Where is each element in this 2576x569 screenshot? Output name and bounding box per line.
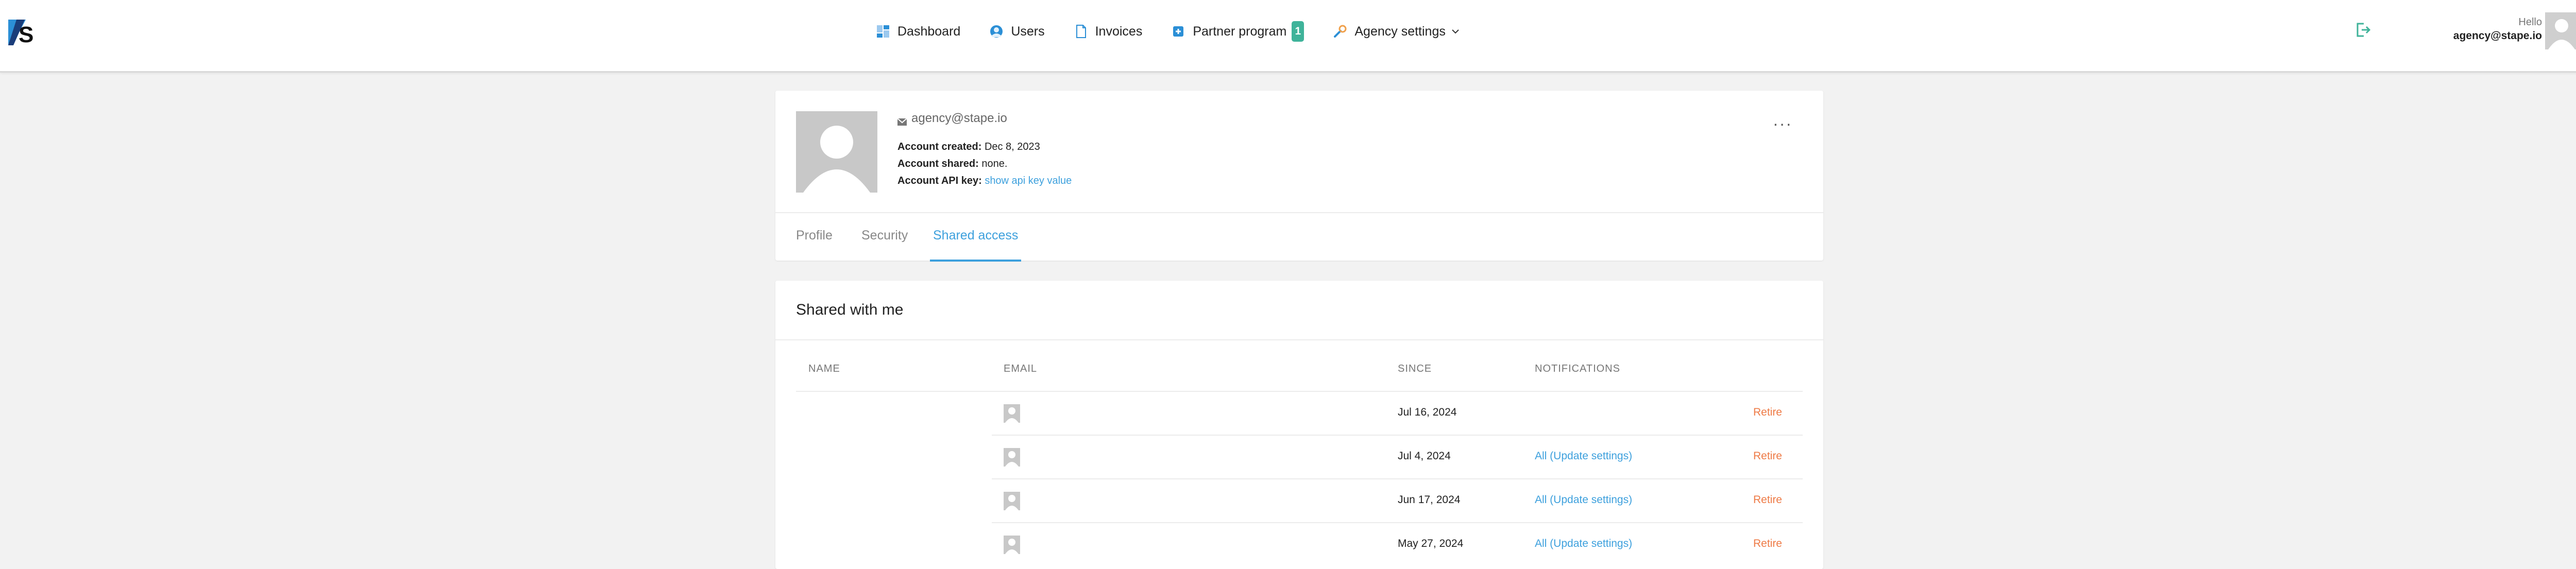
nav-agency-settings-label: Agency settings (1354, 24, 1446, 39)
divider (775, 339, 1823, 340)
tab-profile[interactable]: Profile (796, 213, 833, 262)
tab-shared-access[interactable]: Shared access (930, 213, 1022, 262)
profile-card: agency@stape.io Account created: Dec 8, … (775, 91, 1823, 262)
nav-agency-settings[interactable]: Agency settings (1333, 24, 1460, 39)
retire-button[interactable]: Retire (1753, 538, 1782, 550)
since-date: May 27, 2024 (1398, 538, 1464, 549)
shared-with-me-card: Shared with me NAME EMAIL SINCE NOTIFICA… (775, 281, 1823, 569)
notifications-link[interactable]: All (Update settings) (1535, 450, 1632, 462)
user-greeting: Hello agency@stape.io (2453, 15, 2542, 43)
show-api-key-link[interactable]: show api key value (985, 175, 1072, 186)
dashboard-icon (876, 24, 890, 39)
column-header-notifications: NOTIFICATIONS (1535, 363, 1620, 374)
retire-button[interactable]: Retire (1753, 450, 1782, 462)
svg-text:S: S (19, 22, 33, 47)
account-shared-value: none. (981, 158, 1008, 169)
more-options-icon[interactable]: ··· (1773, 115, 1792, 132)
since-date: Jun 17, 2024 (1398, 494, 1461, 506)
user-email: agency@stape.io (2453, 30, 2542, 42)
nav-partner-program[interactable]: Partner program 1 (1171, 21, 1304, 42)
logout-icon[interactable] (2354, 21, 2371, 39)
nav-dashboard-label: Dashboard (897, 24, 961, 39)
stape-logo-icon[interactable]: S (7, 18, 34, 47)
table-row: Jun 17, 2024 All (Update settings) Retir… (796, 479, 1803, 523)
main-nav: Dashboard Users Invoices Partner program… (876, 20, 1489, 43)
column-header-since: SINCE (1398, 363, 1432, 374)
table-row: Jul 16, 2024 Retire (796, 392, 1803, 436)
nav-dashboard[interactable]: Dashboard (876, 24, 960, 39)
profile-tabs: Profile Security Shared access (775, 212, 1823, 262)
avatar[interactable] (2545, 12, 2576, 49)
nav-invoices-label: Invoices (1095, 24, 1143, 39)
profile-email: agency@stape.io (911, 111, 1007, 125)
account-created: Account created: Dec 8, 2023 (897, 140, 1072, 154)
account-created-value: Dec 8, 2023 (984, 141, 1040, 152)
account-api-key: Account API key: show api key value (897, 174, 1072, 188)
retire-button[interactable]: Retire (1753, 406, 1782, 419)
profile-email-row: agency@stape.io (897, 111, 1072, 126)
users-icon (989, 24, 1004, 39)
account-created-label: Account created: (897, 141, 982, 152)
partner-icon (1171, 24, 1185, 39)
user-avatar-icon (1004, 404, 1020, 423)
top-navigation-bar: S Dashboard Users Invoices Partner progr… (0, 0, 2576, 73)
notifications-link[interactable]: All (Update settings) (1535, 538, 1632, 550)
nav-invoices[interactable]: Invoices (1074, 24, 1143, 39)
nav-partner-program-label: Partner program (1193, 24, 1287, 39)
tab-security[interactable]: Security (861, 213, 908, 262)
profile-avatar (796, 111, 877, 193)
hello-text: Hello (2518, 16, 2542, 28)
column-header-name: NAME (808, 363, 840, 374)
table-row: Jul 4, 2024 All (Update settings) Retire (796, 436, 1803, 479)
partner-badge: 1 (1292, 21, 1304, 42)
column-header-email: EMAIL (1004, 363, 1038, 374)
invoice-icon (1074, 24, 1088, 39)
mail-icon (897, 115, 907, 126)
account-api-key-label: Account API key: (897, 175, 982, 186)
account-shared-label: Account shared: (897, 158, 979, 169)
account-shared: Account shared: none. (897, 157, 1072, 171)
user-avatar-icon (1004, 536, 1020, 554)
user-avatar-icon (1004, 448, 1020, 467)
notifications-link[interactable]: All (Update settings) (1535, 494, 1632, 506)
nav-users[interactable]: Users (989, 24, 1045, 39)
profile-info: agency@stape.io Account created: Dec 8, … (897, 111, 1072, 188)
section-title: Shared with me (796, 301, 904, 318)
wrench-icon (1333, 24, 1347, 39)
retire-button[interactable]: Retire (1753, 494, 1782, 506)
nav-users-label: Users (1011, 24, 1045, 39)
since-date: Jul 4, 2024 (1398, 450, 1451, 462)
since-date: Jul 16, 2024 (1398, 406, 1457, 418)
user-avatar-icon (1004, 492, 1020, 510)
chevron-down-icon (1451, 27, 1460, 36)
table-row: May 27, 2024 All (Update settings) Retir… (796, 523, 1803, 567)
